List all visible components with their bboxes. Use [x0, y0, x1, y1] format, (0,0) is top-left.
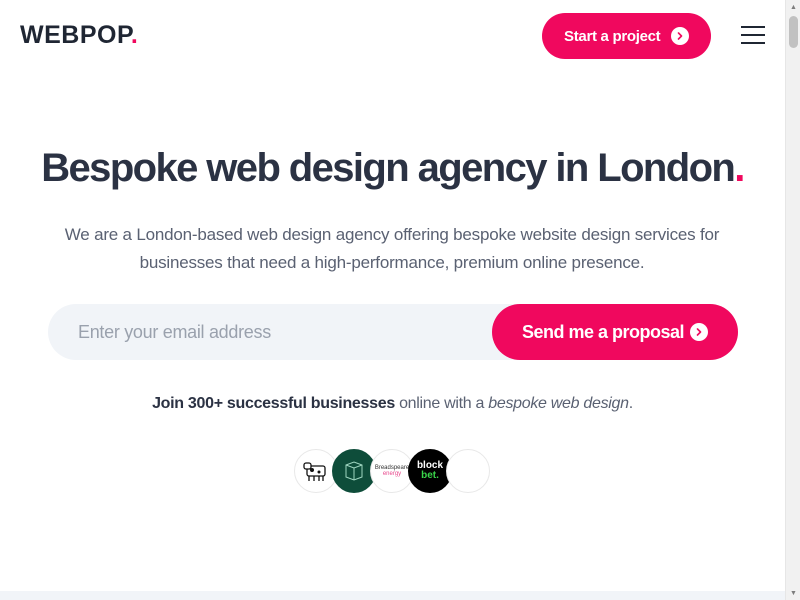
chevron-right-circle-icon	[690, 323, 708, 341]
hero-subheading: We are a London-based web design agency …	[64, 225, 720, 272]
client-logo-blank	[446, 449, 490, 493]
start-project-label: Start a project	[564, 27, 661, 45]
logo-dot: .	[130, 21, 139, 49]
hamburger-menu-icon[interactable]	[741, 26, 765, 45]
social-proof-text: Join 300+ successful businesses online w…	[0, 393, 785, 415]
email-input[interactable]	[78, 304, 478, 360]
headline-text: Bespoke web design agency in London	[41, 146, 736, 190]
scroll-down-arrow-icon[interactable]: ▼	[786, 586, 800, 600]
send-proposal-button[interactable]: Send me a proposal	[492, 304, 738, 360]
proposal-form: Send me a proposal	[48, 304, 738, 360]
scroll-up-arrow-icon[interactable]: ▲	[786, 0, 800, 14]
cow-icon	[303, 462, 326, 481]
client-logos: Breadspeare energy block bet.	[294, 449, 494, 495]
logo-text: WEBPOP	[20, 21, 131, 49]
box-outline-icon	[345, 461, 363, 481]
page: WEBPOP. Start a project Bespoke web desi…	[0, 0, 785, 600]
send-proposal-label: Send me a proposal	[522, 321, 685, 342]
webpop-logo[interactable]: WEBPOP.	[20, 20, 138, 50]
social-proof-end: .	[628, 395, 633, 412]
scrollbar-thumb[interactable]	[789, 16, 798, 48]
client-4-line2: bet.	[421, 470, 439, 481]
social-proof-middle: online with a	[394, 395, 489, 412]
client-3-line2: energy	[382, 471, 402, 477]
chevron-right-circle-icon	[671, 27, 689, 45]
vertical-scrollbar[interactable]: ▲ ▼	[785, 0, 800, 600]
headline-dot: .	[734, 146, 745, 190]
social-proof-bold: Join 300+ successful businesses	[152, 395, 395, 412]
page-title: Bespoke web design agency in London.	[0, 144, 785, 192]
next-section-edge	[0, 591, 785, 600]
start-project-button[interactable]: Start a project	[542, 13, 711, 59]
social-proof-italic: bespoke web design	[488, 395, 629, 412]
